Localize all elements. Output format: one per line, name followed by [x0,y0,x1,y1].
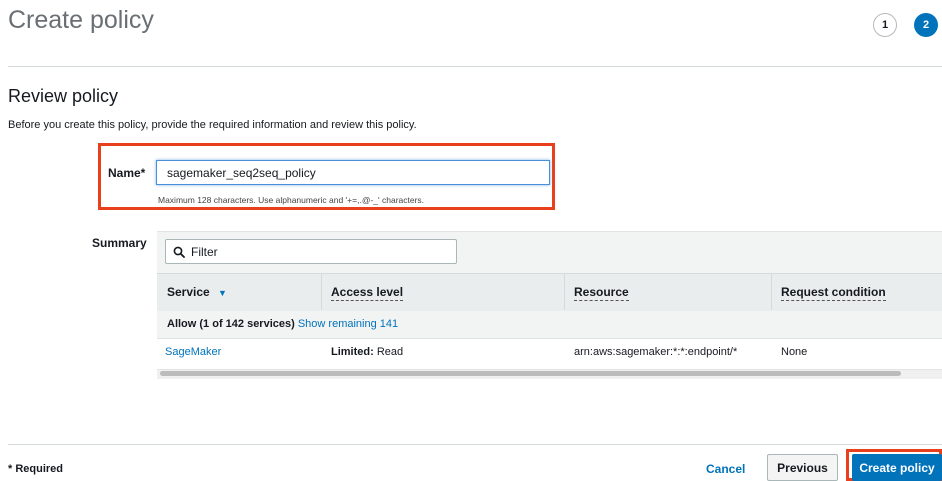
filter-field[interactable] [165,239,457,264]
allow-summary-text: Allow (1 of 142 services) [167,318,295,330]
access-level-cell: Limited: Read [331,346,403,358]
footer-divider [8,444,942,445]
policy-name-input[interactable] [156,160,550,185]
scrollbar-thumb[interactable] [160,371,901,376]
access-level-bold: Limited: [331,346,374,358]
column-header-request-condition[interactable]: Request condition [781,285,886,301]
name-hint: Maximum 128 characters. Use alphanumeric… [158,195,425,205]
access-level-value: Read [373,346,404,358]
column-divider [771,273,772,310]
create-policy-button[interactable]: Create policy [852,454,942,481]
column-header-label: Request condition [781,285,886,301]
search-icon [173,246,185,258]
section-title: Review policy [8,86,119,106]
name-label: Name* [108,166,146,180]
allow-group-label: Allow (1 of 142 services) Show remaining… [167,318,398,330]
page-title: Create policy [8,6,154,34]
column-divider [321,273,322,310]
required-note: * Required [8,463,64,475]
column-header-label: Service [167,285,210,299]
show-remaining-link[interactable]: Show remaining 141 [298,318,398,330]
sort-desc-icon[interactable]: ▼ [218,288,227,298]
service-link-sagemaker[interactable]: SageMaker [165,346,221,358]
column-header-access-level[interactable]: Access level [331,285,404,301]
summary-label: Summary [92,236,147,250]
column-header-service[interactable]: Service ▼ [167,285,227,299]
previous-button[interactable]: Previous [767,454,838,481]
column-divider [564,273,565,310]
filter-input[interactable] [189,243,443,260]
column-header-resource[interactable]: Resource [574,285,629,301]
header-divider [8,66,942,67]
column-header-label: Resource [574,285,629,301]
step-indicator-2: 2 [914,13,938,37]
cancel-button[interactable]: Cancel [706,462,745,476]
column-header-label: Access level [331,285,404,301]
request-condition-cell: None [781,346,808,358]
resource-cell: arn:aws:sagemaker:*:*:endpoint/* [574,346,738,358]
intro-text: Before you create this policy, provide t… [8,119,417,131]
step-indicator-1: 1 [873,13,897,37]
